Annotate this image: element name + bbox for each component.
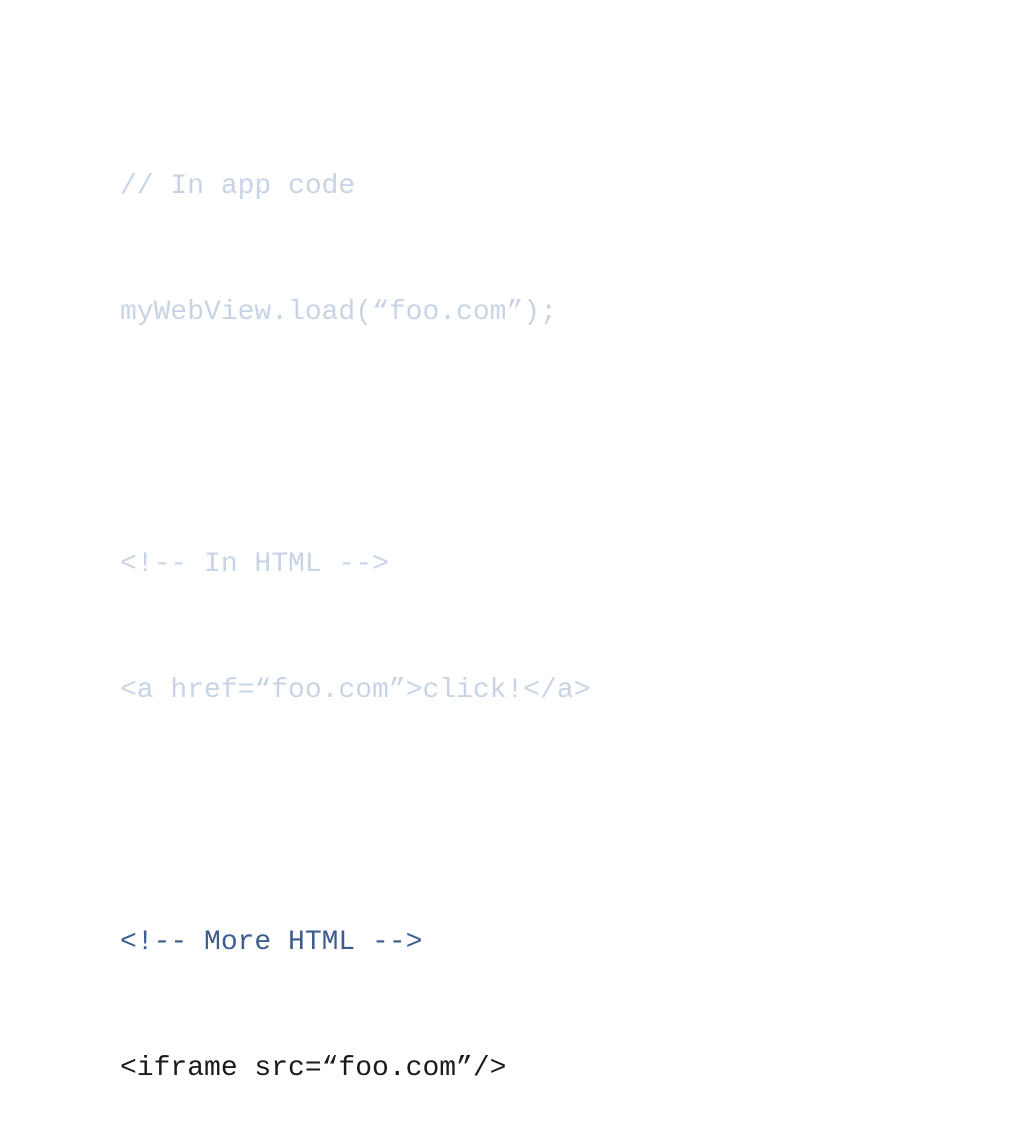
code-line-4: <!-- In HTML --> xyxy=(120,544,1024,586)
code-line-6 xyxy=(120,796,1024,838)
code-line-1: // In app code xyxy=(120,166,1024,208)
code-line-3 xyxy=(120,418,1024,460)
code-line-2: myWebView.load(“foo.com”); xyxy=(120,292,1024,334)
code-snippet: // In app code myWebView.load(“foo.com”)… xyxy=(120,82,1024,1132)
code-line-8: <iframe src=“foo.com”/> xyxy=(120,1048,1024,1090)
code-line-5: <a href=“foo.com”>click!</a> xyxy=(120,670,1024,712)
code-line-7: <!-- More HTML --> xyxy=(120,922,1024,964)
